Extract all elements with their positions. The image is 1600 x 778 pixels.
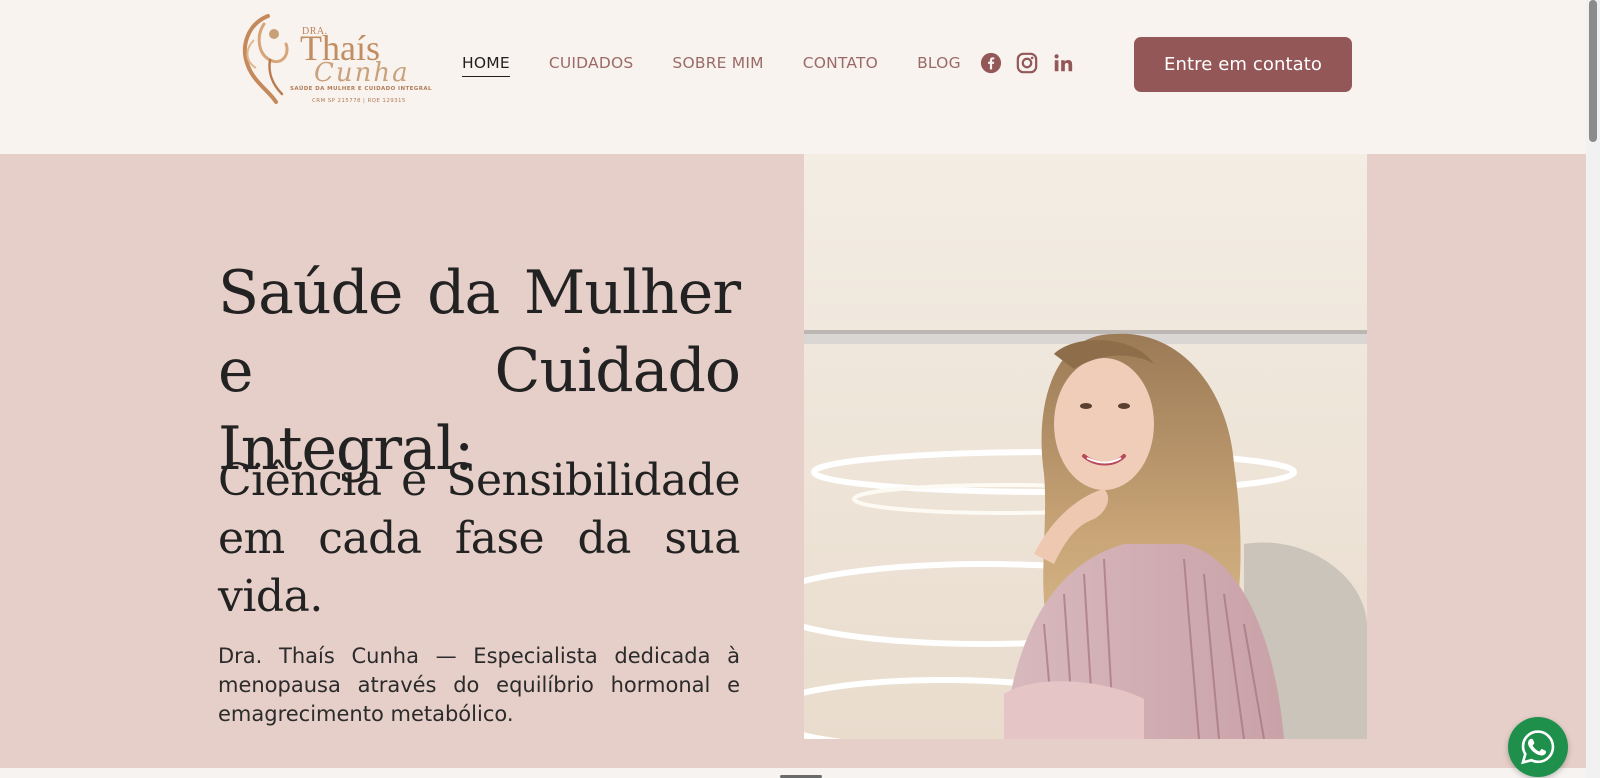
hero-subtitle: Ciência e Sensibilidade em cada fase da …: [218, 455, 741, 622]
social-links: [980, 52, 1074, 74]
doctor-photo: [804, 154, 1367, 739]
logo[interactable]: DRA. Thaís Cunha SAÚDE DA MULHER E CUIDA…: [230, 8, 432, 110]
scrollbar-thumb[interactable]: [1589, 0, 1597, 142]
site-header: DRA. Thaís Cunha SAÚDE DA MULHER E CUIDA…: [0, 0, 1586, 154]
scrollbar[interactable]: [1586, 0, 1600, 778]
nav-item-contato[interactable]: CONTATO: [803, 54, 878, 77]
nav-item-cuidados[interactable]: CUIDADOS: [549, 54, 634, 77]
whatsapp-button[interactable]: [1508, 717, 1568, 777]
logo-surname: Cunha: [314, 58, 410, 88]
logo-registration: CRM SP 215778 | RQE 129315: [312, 98, 406, 104]
nav-item-home[interactable]: HOME: [462, 54, 510, 77]
facebook-icon[interactable]: [980, 52, 1002, 74]
whatsapp-icon: [1521, 730, 1555, 765]
hero-section: Saúde da Mulher e Cuidado Integral: Ciên…: [0, 154, 1586, 768]
instagram-icon[interactable]: [1016, 52, 1038, 74]
contact-cta-button[interactable]: Entre em contato: [1134, 37, 1352, 92]
linkedin-icon[interactable]: [1052, 52, 1074, 74]
page: DRA. Thaís Cunha SAÚDE DA MULHER E CUIDA…: [0, 0, 1600, 778]
nav-item-sobre-mim[interactable]: SOBRE MIM: [672, 54, 763, 77]
logo-tagline: SAÚDE DA MULHER E CUIDADO INTEGRAL: [290, 86, 432, 92]
hero-description: Dra. Thaís Cunha — Especialista dedicada…: [218, 644, 740, 726]
main-nav: HOME CUIDADOS SOBRE MIM CONTATO BLOG: [462, 54, 1000, 77]
nav-item-blog[interactable]: BLOG: [917, 54, 961, 77]
